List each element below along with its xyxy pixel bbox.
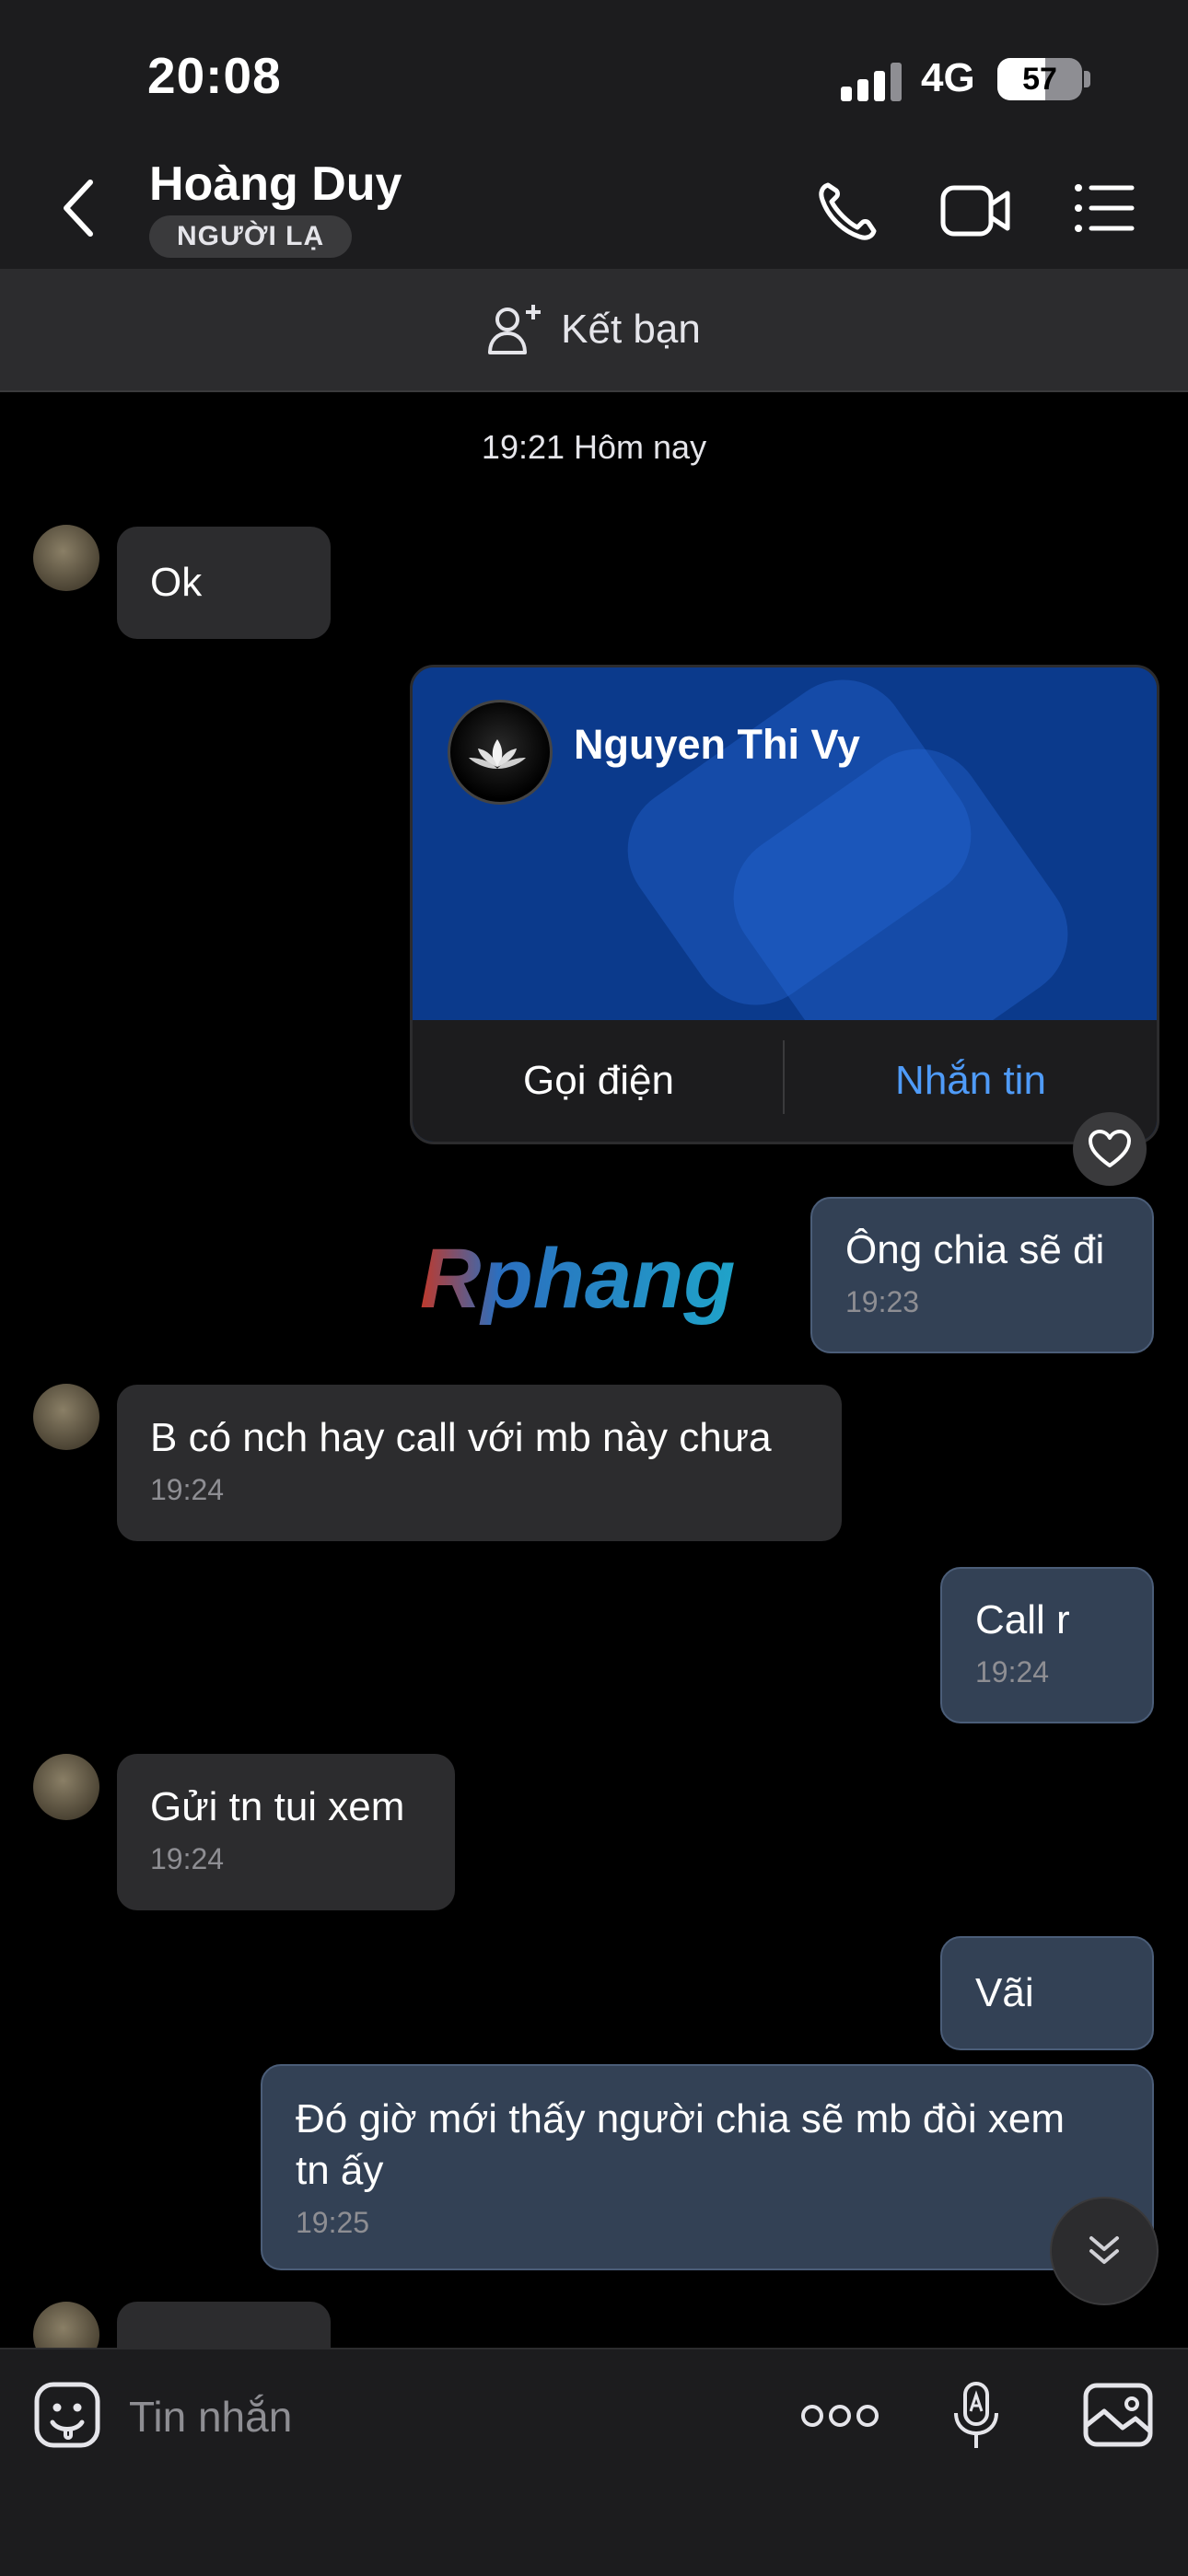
input-bar	[0, 2348, 1188, 2576]
avatar[interactable]	[33, 1384, 99, 1450]
card-call-button[interactable]: Gọi điện	[413, 1020, 785, 1142]
menu-button[interactable]	[1073, 182, 1136, 234]
contact-card-header: Nguyen Thi Vy	[413, 667, 1157, 1020]
scroll-to-bottom-button[interactable]	[1050, 2197, 1159, 2305]
contact-card[interactable]: Nguyen Thi Vy Gọi điện Nhắn tin	[410, 665, 1159, 1144]
card-divider	[783, 1040, 785, 1114]
watermark-logo: Rphang	[414, 1232, 774, 1335]
card-avatar	[448, 700, 553, 805]
sticker-icon	[34, 2382, 100, 2448]
svg-text:Rphang: Rphang	[420, 1234, 735, 1326]
lotus-icon	[469, 739, 526, 769]
more-options-button[interactable]	[799, 2394, 880, 2438]
voice-to-text-button[interactable]	[949, 2380, 1004, 2454]
message-time: 19:24	[150, 1473, 225, 1506]
message-time: 19:25	[296, 2206, 370, 2239]
avatar[interactable]	[33, 1754, 99, 1820]
image-icon	[1083, 2383, 1153, 2447]
message-bubble-incoming[interactable]: Ok	[117, 527, 331, 639]
network-type: 4G	[921, 55, 975, 100]
message-text: Ok	[150, 560, 203, 605]
message-bubble-outgoing[interactable]: Vãi	[940, 1936, 1154, 2050]
heart-icon	[1089, 1130, 1131, 1167]
message-text: Call r	[975, 1597, 1070, 1642]
chevron-left-icon	[64, 180, 93, 237]
message-bubble-incoming[interactable]: Gửi tn tui xem 19:24	[117, 1754, 455, 1910]
battery-icon: 57	[997, 58, 1082, 100]
double-chevron-down-icon	[1089, 2236, 1119, 2264]
video-call-button[interactable]	[939, 182, 1013, 239]
sticker-button[interactable]	[32, 2380, 102, 2450]
microphone-icon	[954, 2382, 998, 2448]
message-bubble-incoming[interactable]: B có nch hay call với mb này chưa 19:24	[117, 1385, 842, 1541]
message-text: Vãi	[975, 1970, 1034, 2015]
message-time: 19:24	[150, 1842, 225, 1875]
more-dots-icon	[801, 2405, 879, 2427]
message-time: 19:23	[845, 1285, 920, 1318]
status-time: 20:08	[147, 47, 282, 104]
back-button[interactable]	[55, 175, 101, 241]
stranger-badge: NGƯỜI LẠ	[149, 215, 353, 258]
list-menu-icon	[1075, 184, 1135, 232]
send-image-button[interactable]	[1082, 2382, 1154, 2448]
message-text: B có nch hay call với mb này chưa	[150, 1415, 772, 1460]
battery-level: 57	[1022, 62, 1057, 97]
add-friend-label: Kết bạn	[561, 307, 701, 352]
add-person-icon	[488, 305, 542, 354]
message-input[interactable]	[129, 2386, 681, 2447]
message-bubble-outgoing[interactable]: Đó giờ mới thấy người chia sẽ mb đòi xem…	[261, 2064, 1154, 2270]
message-time: 19:24	[975, 1655, 1050, 1688]
message-bubble-outgoing[interactable]: Ông chia sẽ đi 19:23	[810, 1197, 1154, 1353]
avatar[interactable]	[33, 525, 99, 591]
message-text: Gửi tn tui xem	[150, 1784, 405, 1829]
react-button[interactable]	[1073, 1112, 1147, 1186]
signal-icon	[841, 63, 902, 101]
video-camera-icon	[940, 185, 1010, 237]
add-friend-bar[interactable]: Kết bạn	[0, 269, 1188, 392]
message-bubble-outgoing[interactable]: Call r 19:24	[940, 1567, 1154, 1723]
phone-icon	[819, 182, 877, 240]
battery-nub	[1084, 71, 1090, 87]
card-contact-name: Nguyen Thi Vy	[574, 721, 860, 768]
message-text: Đó giờ mới thấy người chia sẽ mb đòi xem…	[296, 2096, 1065, 2193]
message-text: Ông chia sẽ đi	[845, 1227, 1105, 1272]
contact-name[interactable]: Hoàng Duy	[149, 157, 402, 212]
date-separator: 19:21 Hôm nay	[481, 428, 707, 466]
voice-call-button[interactable]	[815, 180, 879, 244]
